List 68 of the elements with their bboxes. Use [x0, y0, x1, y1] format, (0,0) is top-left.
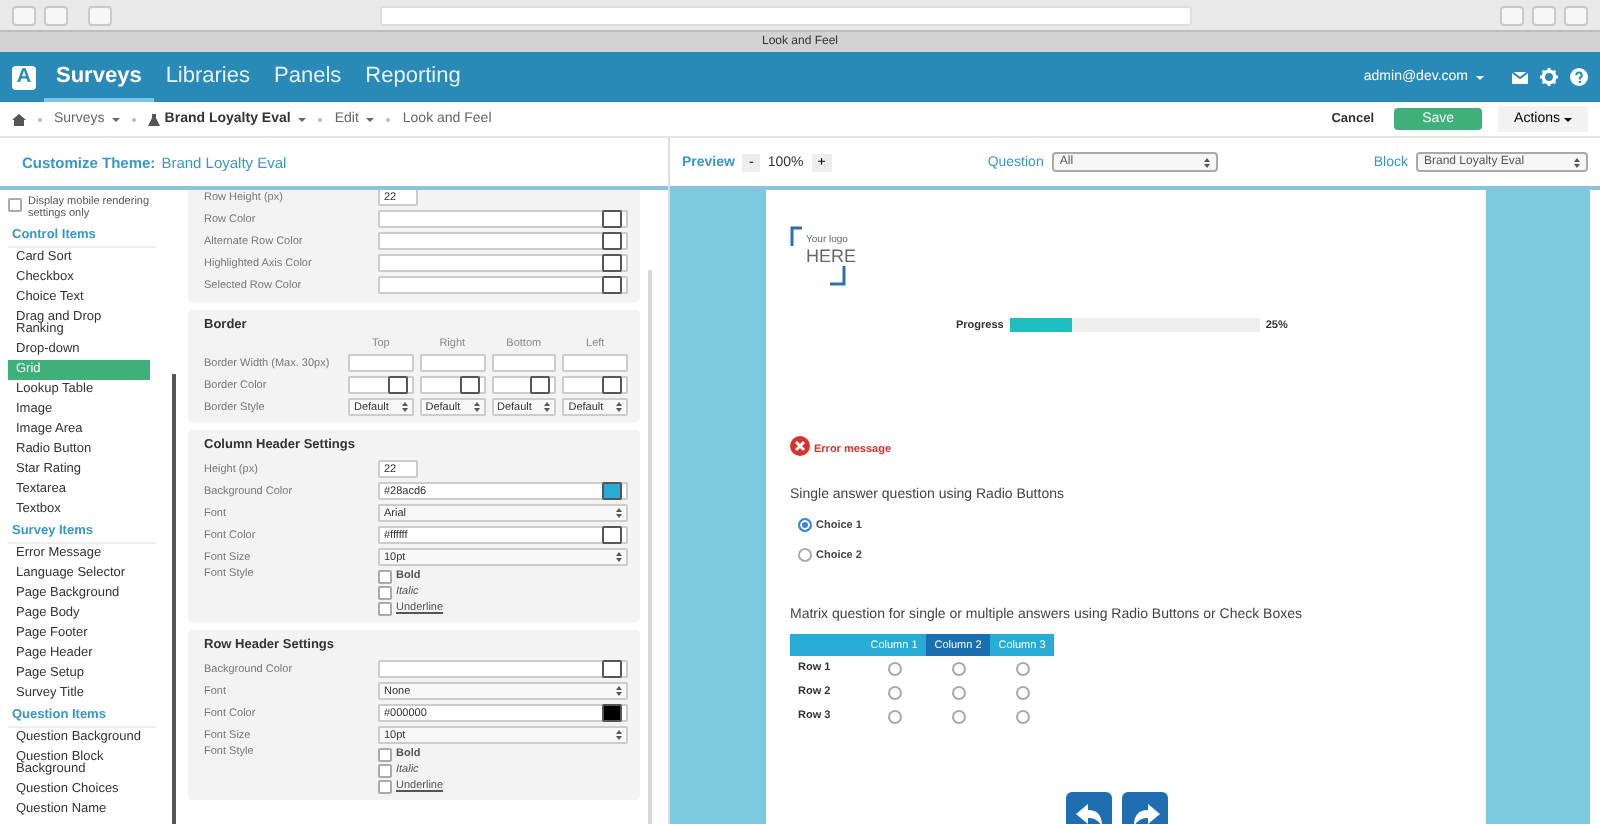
radio-button[interactable] — [1015, 685, 1029, 699]
updown-icon — [616, 508, 622, 518]
error-icon — [790, 436, 810, 456]
logo-text: HERE — [806, 246, 856, 266]
color-field[interactable] — [378, 210, 628, 228]
radio-button[interactable] — [887, 709, 901, 723]
updown-icon — [616, 730, 622, 740]
text-field[interactable] — [491, 354, 557, 372]
scrollbar[interactable] — [172, 374, 176, 824]
color-swatch[interactable] — [602, 210, 622, 228]
text-field[interactable] — [419, 354, 485, 372]
breadcrumb-separator — [318, 117, 323, 121]
back-arrow-icon — [1075, 803, 1103, 824]
radio-button[interactable] — [951, 685, 965, 699]
next-button[interactable] — [1122, 792, 1168, 824]
color-swatch[interactable] — [602, 232, 622, 250]
radio-button[interactable] — [887, 661, 901, 675]
back-button[interactable] — [1066, 792, 1112, 824]
color-swatch[interactable] — [602, 276, 622, 294]
breadcrumb-separator — [38, 117, 42, 121]
color-field[interactable] — [378, 232, 628, 250]
radio-button[interactable] — [1015, 661, 1029, 675]
breadcrumb-separator — [132, 117, 137, 121]
caret-icon — [298, 117, 307, 121]
color-swatch[interactable] — [602, 704, 622, 722]
color-swatch[interactable] — [602, 526, 622, 544]
color-field[interactable] — [378, 660, 628, 678]
flask-icon — [148, 113, 161, 125]
breadcrumb-separator — [386, 117, 391, 121]
color-field[interactable] — [491, 376, 557, 394]
color-field[interactable] — [562, 376, 628, 394]
updown-icon — [401, 402, 408, 412]
updown-icon — [616, 552, 622, 562]
text-field[interactable] — [562, 354, 628, 372]
updown-icon — [1574, 157, 1580, 167]
settings-icon[interactable] — [1540, 68, 1558, 86]
caret-icon — [112, 117, 121, 121]
radio-button[interactable] — [1015, 709, 1029, 723]
updown-icon — [544, 402, 551, 412]
color-field[interactable] — [419, 376, 485, 394]
app-logo[interactable]: A — [12, 65, 36, 89]
color-field[interactable] — [378, 276, 628, 294]
color-swatch[interactable] — [387, 376, 408, 394]
updown-icon — [616, 686, 622, 696]
color-swatch[interactable] — [602, 254, 622, 272]
caret-icon — [1476, 75, 1484, 79]
forward-arrow-icon — [1131, 803, 1159, 824]
radio-button[interactable] — [951, 709, 965, 723]
color-swatch[interactable] — [602, 482, 622, 500]
radio-button[interactable] — [887, 685, 901, 699]
caret-icon — [366, 117, 375, 121]
radio-button[interactable] — [951, 661, 965, 675]
updown-icon — [473, 402, 479, 412]
color-swatch[interactable] — [602, 376, 622, 394]
help-icon[interactable] — [1570, 68, 1588, 86]
home-icon[interactable] — [12, 113, 26, 125]
scrollbar[interactable] — [648, 270, 652, 824]
color-field[interactable] — [378, 254, 628, 272]
caret-icon — [1564, 117, 1572, 121]
nav-tab[interactable]: Surveys — [44, 52, 154, 102]
color-swatch[interactable] — [530, 376, 551, 394]
color-swatch[interactable] — [459, 376, 479, 394]
mail-icon[interactable] — [1512, 71, 1528, 83]
color-swatch[interactable] — [602, 660, 622, 678]
color-field[interactable] — [348, 376, 414, 394]
updown-icon — [616, 402, 622, 412]
text-field[interactable] — [348, 354, 414, 372]
updown-icon — [1203, 157, 1210, 167]
